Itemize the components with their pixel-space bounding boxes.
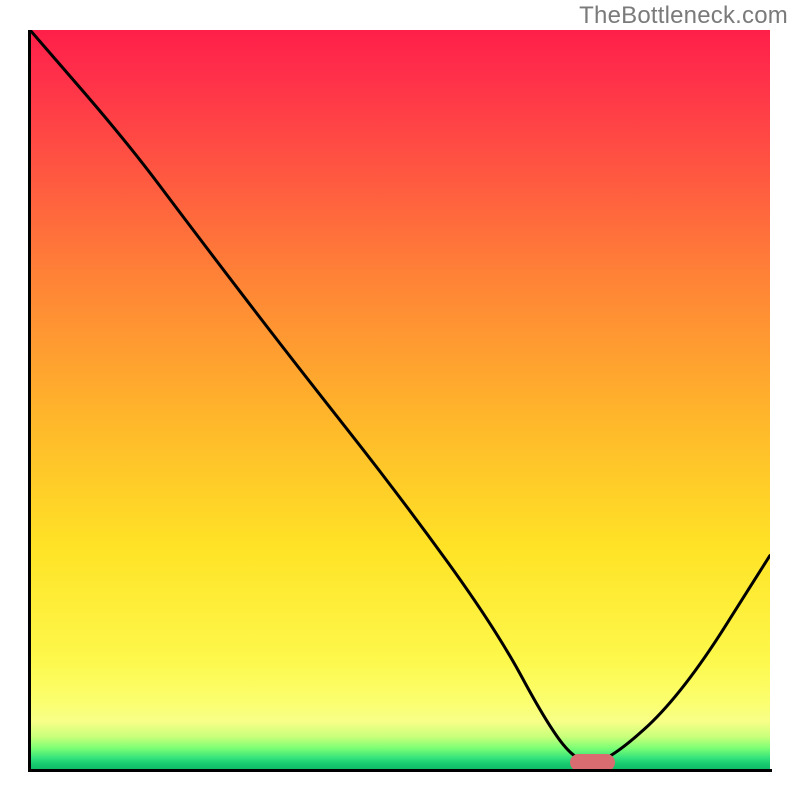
bottleneck-chart: TheBottleneck.com bbox=[0, 0, 800, 800]
bottleneck-curve bbox=[30, 30, 770, 770]
watermark-text: TheBottleneck.com bbox=[579, 2, 788, 30]
curve-path bbox=[30, 30, 770, 763]
plot-area bbox=[30, 30, 770, 770]
x-axis-line bbox=[28, 769, 772, 772]
y-axis-line bbox=[28, 30, 31, 772]
